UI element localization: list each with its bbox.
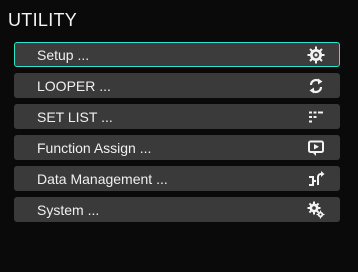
menu-item-label: SET LIST ...: [37, 109, 113, 125]
menu-item-looper[interactable]: LOOPER ...: [14, 73, 340, 98]
menu-item-setup[interactable]: Setup ...: [14, 42, 340, 67]
list-icon: [307, 108, 325, 126]
system-gears-icon: [307, 201, 325, 219]
menu-item-data-management[interactable]: Data Management ...: [14, 166, 340, 191]
menu-item-system[interactable]: System ...: [14, 197, 340, 222]
menu-item-label: Data Management ...: [37, 171, 168, 187]
menu-item-function-assign[interactable]: Function Assign ...: [14, 135, 340, 160]
gear-icon: [307, 46, 325, 64]
loop-arrows-icon: [307, 77, 325, 95]
data-export-icon: [307, 170, 325, 188]
menu-item-label: System ...: [37, 202, 100, 218]
menu-item-label: Function Assign ...: [37, 140, 152, 156]
menu-item-label: LOOPER ...: [37, 78, 111, 94]
menu-item-set-list[interactable]: SET LIST ...: [14, 104, 340, 129]
menu-item-label: Setup ...: [37, 47, 90, 63]
assign-screen-icon: [307, 139, 325, 157]
utility-menu: Setup ... LOOPER ... SET LIST ... Functi…: [14, 42, 340, 228]
utility-screen: UTILITY Setup ... LOOPER ... SET LIST ..…: [0, 0, 358, 272]
page-title: UTILITY: [8, 10, 78, 30]
